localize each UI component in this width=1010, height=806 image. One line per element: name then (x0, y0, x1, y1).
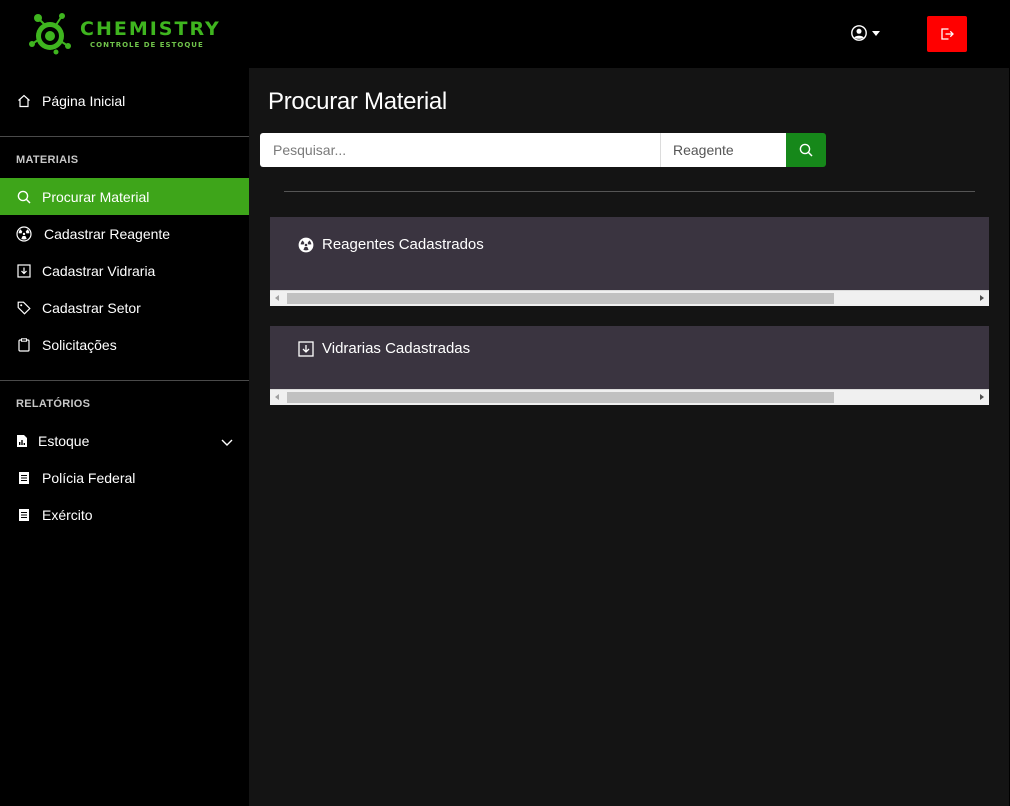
search-icon (16, 189, 32, 205)
search-button[interactable] (786, 133, 826, 167)
logout-button[interactable] (927, 16, 967, 52)
user-circle-icon (851, 25, 867, 41)
sidebar-item-label: Cadastrar Reagente (44, 225, 171, 242)
material-type-select[interactable]: Reagente (660, 133, 786, 167)
sidebar-divider (0, 380, 249, 381)
logout-icon (941, 28, 954, 40)
sidebar-divider (0, 136, 249, 137)
section-title-materiais: MATERIAIS (16, 154, 79, 166)
section-title-relatorios: RELATÓRIOS (16, 398, 91, 410)
document-icon (16, 507, 32, 523)
horizontal-scrollbar[interactable] (270, 290, 989, 306)
scroll-left-icon[interactable] (275, 394, 279, 400)
chart-file-icon (16, 433, 28, 449)
sidebar-item-label: Exército (42, 506, 93, 523)
card-vidrarias: Vidrarias Cadastradas (270, 326, 989, 405)
sidebar-item-home[interactable]: Página Inicial (0, 82, 249, 119)
sidebar-item-label: Cadastrar Setor (42, 299, 141, 316)
sidebar-item-label: Solicitações (42, 336, 117, 353)
flask-logo-icon (29, 13, 71, 55)
sidebar: Página Inicial MATERIAIS Procurar Materi… (0, 68, 249, 806)
search-icon (799, 143, 813, 157)
sidebar-item-solicitacoes[interactable]: Solicitações (0, 326, 249, 363)
chevron-down-icon[interactable] (221, 434, 233, 450)
caret-down-icon (872, 30, 880, 36)
horizontal-scrollbar[interactable] (270, 389, 989, 405)
scroll-left-icon[interactable] (275, 295, 279, 301)
tag-icon (16, 300, 32, 316)
scroll-right-icon[interactable] (980, 394, 984, 400)
radiation-icon (16, 225, 32, 242)
sidebar-item-label: Estoque (38, 432, 90, 449)
user-menu-button[interactable] (851, 24, 885, 42)
scrollbar-thumb[interactable] (287, 293, 834, 304)
sidebar-item-procurar-material[interactable]: Procurar Material (0, 178, 249, 215)
card-title: Vidrarias Cadastradas (322, 340, 471, 357)
search-input[interactable] (260, 133, 660, 167)
clipboard-icon (16, 337, 32, 353)
brand-logo[interactable]: CHEMISTRY CONTROLE DE ESTOQUE (26, 10, 219, 56)
sidebar-item-label: Cadastrar Vidraria (42, 262, 156, 279)
brand-title: CHEMISTRY (80, 18, 221, 40)
sidebar-item-label: Polícia Federal (42, 469, 136, 486)
download-box-icon (298, 340, 314, 357)
card-title: Reagentes Cadastrados (322, 236, 484, 253)
top-bar: CHEMISTRY CONTROLE DE ESTOQUE (0, 0, 1010, 68)
sidebar-item-cadastrar-setor[interactable]: Cadastrar Setor (0, 289, 249, 326)
brand-subtitle: CONTROLE DE ESTOQUE (90, 41, 204, 49)
scrollbar-thumb[interactable] (287, 392, 834, 403)
sidebar-item-cadastrar-vidraria[interactable]: Cadastrar Vidraria (0, 252, 249, 289)
sidebar-item-policia-federal[interactable]: Polícia Federal (0, 459, 249, 496)
page-title: Procurar Material (268, 88, 447, 115)
content-divider (284, 191, 975, 192)
sidebar-item-label: Página Inicial (42, 92, 126, 109)
scroll-right-icon[interactable] (980, 295, 984, 301)
card-reagentes: Reagentes Cadastrados (270, 217, 989, 306)
sidebar-item-label: Procurar Material (42, 188, 150, 205)
card-header: Vidrarias Cadastradas (298, 340, 470, 357)
card-header: Reagentes Cadastrados (298, 236, 484, 253)
main-content: Procurar Material Reagente Reagentes Cad… (249, 68, 1009, 806)
radiation-icon (298, 237, 314, 253)
home-icon (16, 93, 32, 109)
sidebar-item-cadastrar-reagente[interactable]: Cadastrar Reagente (0, 215, 249, 252)
document-icon (16, 470, 32, 486)
download-box-icon (16, 263, 32, 279)
sidebar-item-exercito[interactable]: Exército (0, 496, 249, 533)
sidebar-item-estoque[interactable]: Estoque (0, 422, 249, 459)
